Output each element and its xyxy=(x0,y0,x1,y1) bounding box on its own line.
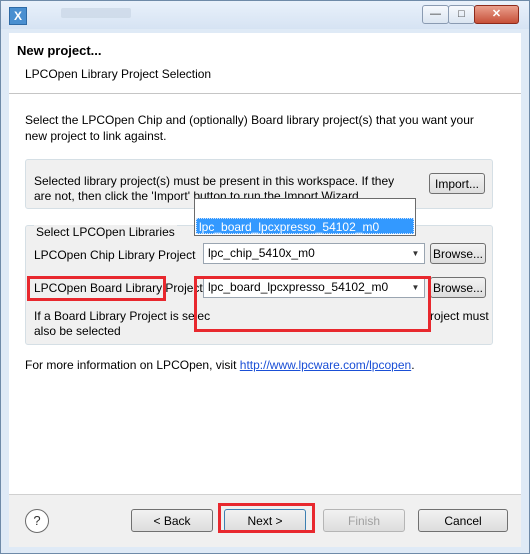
maximize-button[interactable]: □ xyxy=(448,5,475,24)
wizard-footer: ? < Back Next > Finish Cancel xyxy=(9,494,521,547)
wizard-header: New project... LPCOpen Library Project S… xyxy=(9,33,521,94)
libraries-group: Select LPCOpen Libraries LPCOpen Chip Li… xyxy=(25,225,493,345)
app-icon: X xyxy=(9,7,27,25)
more-info-suffix: . xyxy=(411,358,415,372)
board-library-value: lpc_board_lpcxpresso_54102_m0 xyxy=(208,280,389,294)
board-library-label: LPCOpen Board Library Project xyxy=(34,281,203,295)
back-button[interactable]: < Back xyxy=(131,509,213,532)
chevron-down-icon[interactable]: ▼ xyxy=(409,281,422,294)
import-button[interactable]: Import... xyxy=(429,173,485,194)
chip-library-value: lpc_chip_5410x_m0 xyxy=(208,246,315,260)
lpcopen-link[interactable]: http://www.lpcware.com/lpcopen xyxy=(240,358,411,372)
dropdown-option[interactable]: lpc_board_lpcxpresso_54102_m0 xyxy=(196,218,414,234)
chevron-down-icon[interactable]: ▼ xyxy=(409,247,422,260)
group-title: Select LPCOpen Libraries xyxy=(34,225,177,239)
close-button[interactable]: ✕ xyxy=(474,5,519,24)
page-subtitle: LPCOpen Library Project Selection xyxy=(25,67,212,81)
board-library-select[interactable]: lpc_board_lpcxpresso_54102_m0 ▼ xyxy=(203,277,425,298)
chip-library-select[interactable]: lpc_chip_5410x_m0 ▼ xyxy=(203,243,425,264)
finish-button: Finish xyxy=(323,509,405,532)
chip-library-label: LPCOpen Chip Library Project xyxy=(34,248,196,262)
description-text: Select the LPCOpen Chip and (optionally)… xyxy=(25,113,474,143)
dialog-window: X — □ ✕ New project... LPCOpen Library P… xyxy=(0,0,530,554)
more-info-text: For more information on LPCOpen, visit xyxy=(25,358,237,372)
chip-browse-button[interactable]: Browse... xyxy=(430,243,486,264)
more-info: For more information on LPCOpen, visit h… xyxy=(25,358,415,372)
title-text xyxy=(61,8,131,18)
board-note-text-line2: also be selected xyxy=(34,324,121,338)
title-bar[interactable]: X — □ ✕ xyxy=(1,1,529,29)
board-note-text-cont: roject must xyxy=(430,309,489,323)
board-note-text: If a Board Library Project is selec xyxy=(34,309,211,323)
cancel-button[interactable]: Cancel xyxy=(418,509,508,532)
next-button[interactable]: Next > xyxy=(224,509,306,532)
wizard-body: Select the LPCOpen Chip and (optionally)… xyxy=(9,94,521,494)
board-browse-button[interactable]: Browse... xyxy=(430,277,486,298)
page-title: New project... xyxy=(17,43,102,58)
help-icon[interactable]: ? xyxy=(25,509,49,533)
board-library-dropdown-list[interactable]: lpc_board_lpcxpresso_54102_m0 xyxy=(194,198,416,236)
minimize-button[interactable]: — xyxy=(422,5,449,24)
